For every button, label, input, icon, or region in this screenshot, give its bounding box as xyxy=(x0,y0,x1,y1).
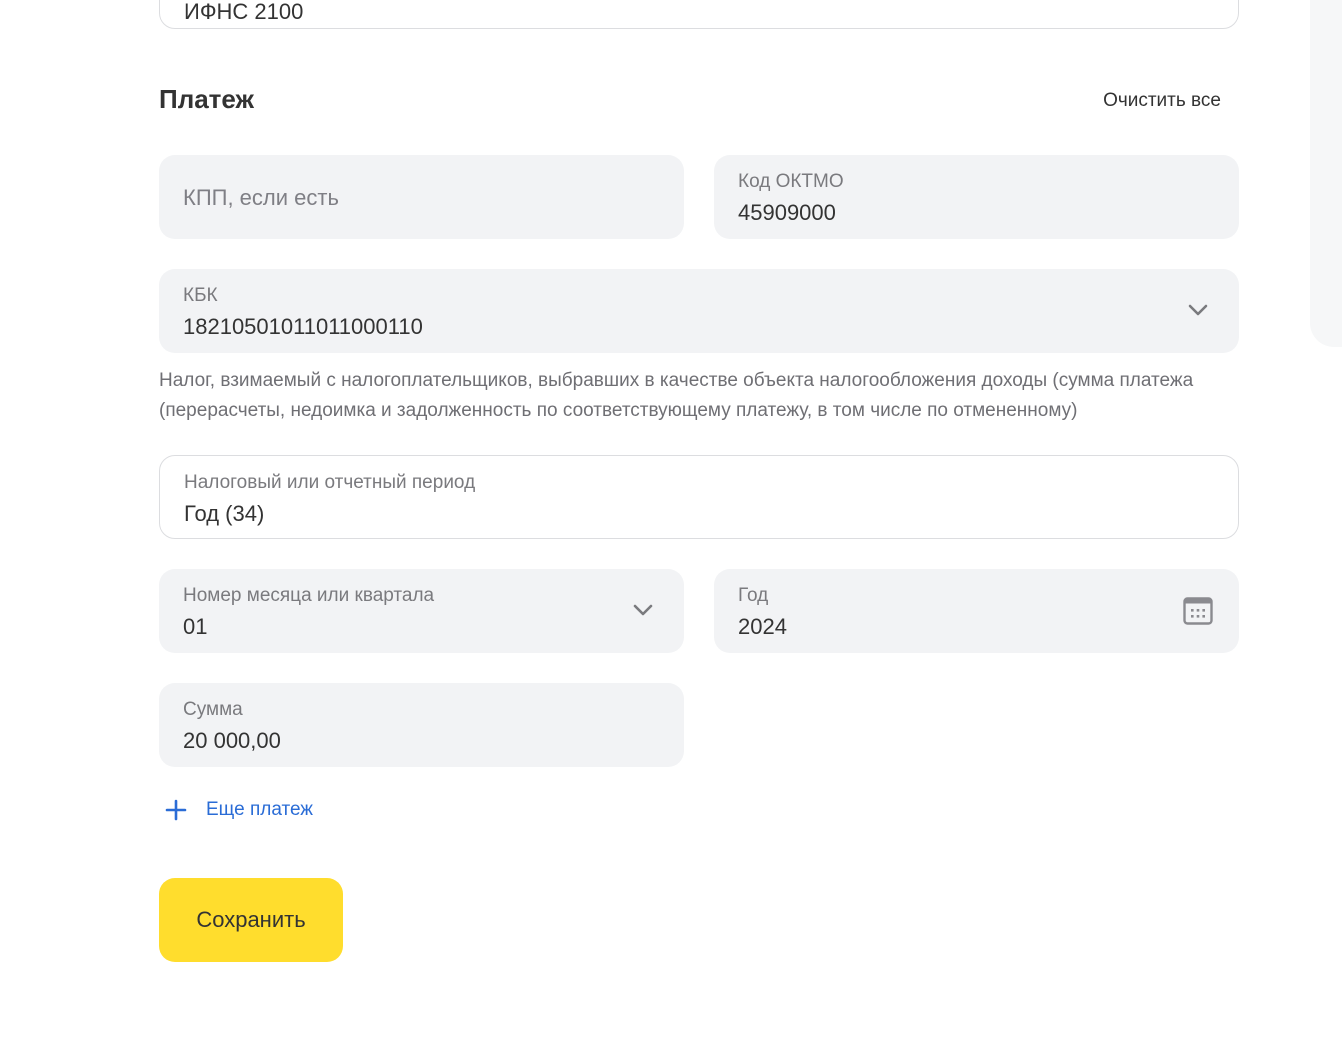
oktmo-label: Код ОКТМО xyxy=(738,171,844,192)
payment-section-title: Платеж xyxy=(159,84,254,114)
kbk-label: КБК xyxy=(183,285,218,306)
amount-label: Сумма xyxy=(183,699,243,720)
year-label: Год xyxy=(738,585,769,606)
month-quarter-label: Номер месяца или квартала xyxy=(183,585,435,606)
add-payment-link[interactable]: Еще платеж xyxy=(164,798,313,822)
tax-period-value: Год (34) xyxy=(184,501,265,526)
add-payment-label: Еще платеж xyxy=(206,799,314,820)
tax-payment-page: ИФНС 2100 Платеж Очистить все КПП, если … xyxy=(0,0,1342,1040)
oktmo-field[interactable]: Код ОКТМО 45909000 xyxy=(714,155,1239,239)
kpp-placeholder: КПП, если есть xyxy=(183,185,339,210)
amount-value: 20 000,00 xyxy=(183,728,281,753)
tax-period-label: Налоговый или отчетный период xyxy=(184,472,476,493)
amount-field[interactable]: Сумма 20 000,00 xyxy=(159,683,684,767)
clear-all-link[interactable]: Очистить все xyxy=(1103,90,1221,112)
save-button[interactable]: Сохранить xyxy=(159,878,343,962)
chevron-down-icon[interactable] xyxy=(1187,303,1209,317)
tax-inspection-value: ИФНС 2100 xyxy=(184,0,304,24)
month-quarter-value: 01 xyxy=(183,614,208,639)
kbk-select[interactable]: КБК 18210501011011000110 xyxy=(159,269,1239,353)
side-panel xyxy=(1310,0,1342,347)
kbk-value: 18210501011011000110 xyxy=(183,314,423,339)
year-value: 2024 xyxy=(738,614,787,639)
kpp-field[interactable]: КПП, если есть xyxy=(159,155,684,239)
tax-inspection-field[interactable]: ИФНС 2100 xyxy=(159,0,1239,29)
month-quarter-select[interactable]: Номер месяца или квартала 01 xyxy=(159,569,684,653)
kbk-description: Налог, взимаемый с налогоплательщиков, в… xyxy=(159,370,1194,421)
chevron-down-icon[interactable] xyxy=(632,603,654,617)
year-field[interactable]: Год 2024 xyxy=(714,569,1239,653)
calendar-icon[interactable] xyxy=(1183,596,1213,626)
tax-period-field[interactable]: Налоговый или отчетный период Год (34) xyxy=(159,455,1239,539)
oktmo-value: 45909000 xyxy=(738,200,836,225)
plus-icon xyxy=(165,799,187,821)
